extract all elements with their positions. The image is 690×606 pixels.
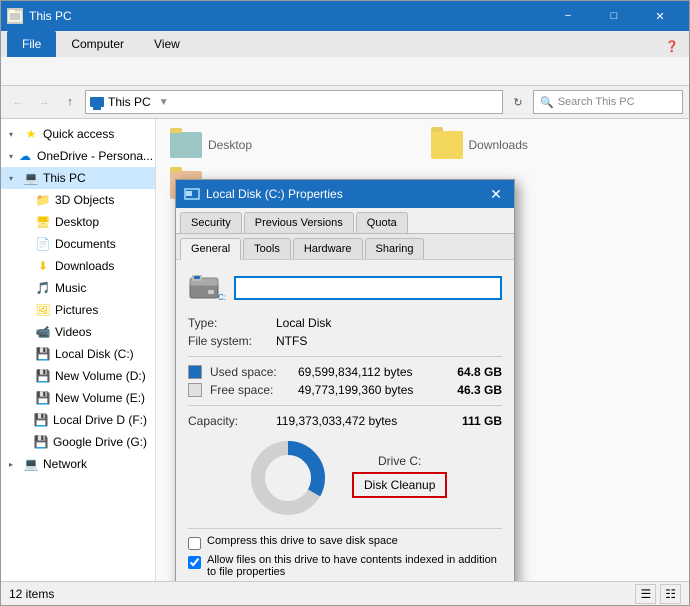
used-label: Used space:: [210, 365, 290, 379]
maximize-button[interactable]: □: [591, 1, 637, 31]
type-label: Type:: [188, 316, 268, 330]
ribbon-tab-strip: File Computer View ❓: [1, 31, 689, 57]
tab-hardware[interactable]: Hardware: [293, 238, 363, 259]
window-title: This PC: [29, 9, 545, 23]
index-checkbox[interactable]: [188, 556, 201, 569]
filesystem-label: File system:: [188, 334, 268, 348]
window-icon: [7, 8, 23, 24]
ribbon-content: [1, 57, 689, 85]
dialog-close-button[interactable]: ✕: [486, 184, 506, 204]
index-checkbox-row: Allow files on this drive to have conten…: [188, 554, 502, 578]
free-label: Free space:: [210, 383, 290, 397]
used-indicator: [188, 365, 202, 379]
used-bytes: 69,599,834,112 bytes: [298, 365, 443, 379]
search-box[interactable]: 🔍 Search This PC: [533, 90, 683, 114]
main-area: ▾ ★ Quick access ▾ ☁ OneDrive - Persona.…: [1, 119, 689, 581]
tab-computer[interactable]: Computer: [56, 31, 139, 57]
used-space-row: Used space: 69,599,834,112 bytes 64.8 GB: [188, 363, 502, 381]
tab-tools[interactable]: Tools: [243, 238, 291, 259]
filesystem-value: NTFS: [276, 334, 502, 348]
title-bar: This PC − □ ✕: [1, 1, 689, 31]
title-bar-controls: − □ ✕: [545, 1, 683, 31]
used-gb: 64.8 GB: [457, 365, 502, 379]
drive-cleanup-col: Drive C: Disk Cleanup: [352, 450, 447, 506]
index-label: Allow files on this drive to have conten…: [207, 554, 502, 578]
address-input-wrapper[interactable]: This PC ▼: [85, 90, 503, 114]
grid-view-icon[interactable]: ☷: [660, 584, 681, 604]
close-button[interactable]: ✕: [637, 1, 683, 31]
compress-label: Compress this drive to save disk space: [207, 535, 398, 547]
capacity-bytes: 119,373,033,472 bytes: [276, 414, 448, 428]
free-indicator: [188, 383, 202, 397]
tab-general[interactable]: General: [180, 238, 241, 260]
disk-name-input[interactable]: [234, 276, 502, 300]
dialog-body: C: Type: Local Disk File system:: [176, 260, 514, 581]
svg-text:C:: C:: [218, 293, 226, 302]
ribbon: File Computer View ❓: [1, 31, 689, 86]
dialog-title-bar: Local Disk (C:) Properties ✕: [176, 180, 514, 208]
address-pc-icon: [90, 97, 104, 107]
compress-checkbox-row: Compress this drive to save disk space: [188, 535, 502, 550]
up-button[interactable]: ↑: [59, 91, 81, 113]
view-toggle: ☰ ☷: [635, 584, 681, 604]
item-count: 12 items: [9, 587, 54, 601]
donut-container: Drive C: Disk Cleanup: [188, 430, 502, 522]
refresh-button[interactable]: ↻: [507, 91, 529, 113]
free-gb: 46.3 GB: [457, 383, 502, 397]
disk-type-row: Type: Local Disk: [188, 314, 502, 332]
capacity-row: Capacity: 119,373,033,472 bytes 111 GB: [188, 412, 502, 430]
separator-2: [188, 405, 502, 406]
dialog-title-icon: [184, 186, 200, 203]
address-bar: ← → ↑ This PC ▼ ↻ 🔍 Search This PC: [1, 86, 689, 119]
minimize-button[interactable]: −: [545, 1, 591, 31]
capacity-gb: 111 GB: [462, 414, 502, 428]
donut-chart: [248, 438, 328, 518]
disk-header: C:: [188, 272, 502, 304]
tab-file[interactable]: File: [7, 31, 56, 57]
title-bar-icons: [7, 8, 23, 24]
main-window: This PC − □ ✕ File Computer View ❓ ← → ↑…: [0, 0, 690, 606]
search-placeholder: Search This PC: [558, 96, 635, 108]
drive-label: Drive C:: [378, 454, 421, 468]
type-value: Local Disk: [276, 316, 502, 330]
address-path: This PC: [108, 95, 151, 109]
tab-previous-versions[interactable]: Previous Versions: [244, 212, 354, 233]
search-icon: 🔍: [540, 96, 554, 109]
drive-cleanup-row: Drive C: Disk Cleanup: [352, 454, 447, 498]
disk-info: Type: Local Disk File system: NTFS: [188, 314, 502, 350]
dialog-tabs: Security Previous Versions Quota General…: [176, 208, 514, 260]
disk-icon: C:: [188, 272, 224, 304]
forward-button[interactable]: →: [33, 91, 55, 113]
disk-cleanup-button[interactable]: Disk Cleanup: [352, 472, 447, 498]
list-view-icon[interactable]: ☰: [635, 584, 656, 604]
space-info: Used space: 69,599,834,112 bytes 64.8 GB…: [188, 363, 502, 399]
modal-overlay: Local Disk (C:) Properties ✕ Security Pr…: [1, 119, 689, 581]
tab-view[interactable]: View: [139, 31, 195, 57]
back-button[interactable]: ←: [7, 91, 29, 113]
compress-checkbox[interactable]: [188, 537, 201, 550]
capacity-label: Capacity:: [188, 414, 268, 428]
separator-1: [188, 356, 502, 357]
free-bytes: 49,773,199,360 bytes: [298, 383, 443, 397]
filesystem-row: File system: NTFS: [188, 332, 502, 350]
tab-sharing[interactable]: Sharing: [365, 238, 425, 259]
properties-dialog: Local Disk (C:) Properties ✕ Security Pr…: [175, 179, 515, 581]
dialog-tab-row2: General Tools Hardware Sharing: [176, 233, 514, 259]
tab-security[interactable]: Security: [180, 212, 242, 233]
tab-quota[interactable]: Quota: [356, 212, 408, 233]
separator-3: [188, 528, 502, 529]
status-bar: 12 items ☰ ☷: [1, 581, 689, 605]
dialog-title-text: Local Disk (C:) Properties: [206, 187, 486, 201]
dialog-tab-row1: Security Previous Versions Quota: [176, 208, 514, 233]
free-space-row: Free space: 49,773,199,360 bytes 46.3 GB: [188, 381, 502, 399]
